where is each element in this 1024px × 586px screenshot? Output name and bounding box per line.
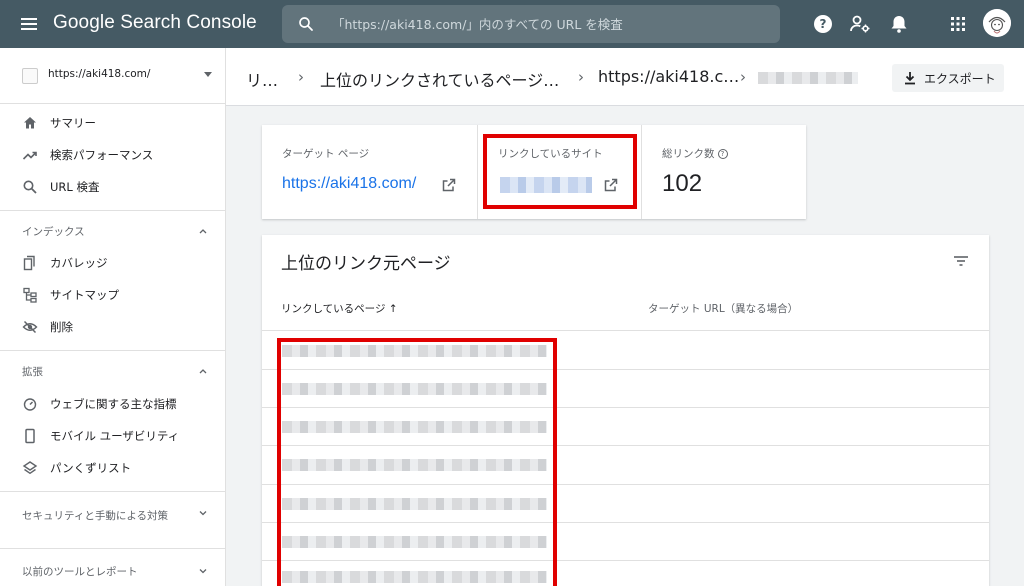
url-inspection-search[interactable] bbox=[282, 5, 780, 43]
sidebar-divider bbox=[0, 548, 226, 549]
speedometer-icon bbox=[23, 398, 37, 411]
sitemap-icon bbox=[23, 287, 37, 303]
sidebar-divider bbox=[0, 491, 226, 492]
breadcrumb-item[interactable]: 上位のリンクされているページ… bbox=[320, 67, 559, 91]
chevron-down-icon bbox=[199, 569, 207, 574]
chevron-up-icon bbox=[199, 369, 207, 374]
chevron-down-icon bbox=[199, 511, 207, 516]
bell-icon[interactable] bbox=[887, 12, 911, 36]
sidebar-item-url-inspection[interactable]: URL 検査 bbox=[0, 172, 226, 202]
menu-icon[interactable] bbox=[18, 12, 42, 36]
home-icon bbox=[24, 117, 36, 129]
search-icon bbox=[23, 180, 37, 194]
dropdown-caret-icon bbox=[204, 72, 212, 77]
sidebar-section-index[interactable]: インデックス bbox=[0, 216, 226, 246]
product-logo[interactable]: Google Search Console bbox=[53, 12, 257, 34]
sidebar-item-mobile-usability[interactable]: モバイル ユーザビリティ bbox=[0, 421, 226, 451]
search-icon bbox=[299, 17, 313, 31]
account-avatar[interactable] bbox=[983, 9, 1011, 37]
breadcrumb-item[interactable]: リ… bbox=[246, 67, 278, 91]
target-page-card: ターゲット ページ https://aki418.com/ bbox=[262, 125, 478, 219]
avatar-illustration bbox=[983, 9, 1011, 37]
chevron-up-icon bbox=[199, 229, 207, 234]
smartphone-icon bbox=[25, 428, 35, 444]
help-circle-icon[interactable]: ? bbox=[717, 149, 728, 159]
layers-icon bbox=[22, 461, 38, 475]
property-favicon bbox=[22, 68, 38, 84]
sidebar-section-enhancements[interactable]: 拡張 bbox=[0, 356, 226, 386]
breadcrumb-item[interactable]: https://aki418.c… bbox=[598, 67, 739, 86]
sidebar-item-sitemaps[interactable]: サイトマップ bbox=[0, 280, 226, 310]
column-header-target-url[interactable]: ターゲット URL（異なる場合） bbox=[648, 301, 798, 316]
top-app-bar: Google Search Console ? bbox=[0, 0, 1024, 48]
highlight-box bbox=[483, 134, 637, 209]
search-input[interactable] bbox=[332, 14, 762, 34]
highlight-box bbox=[277, 338, 557, 586]
user-settings-icon[interactable] bbox=[848, 12, 872, 36]
trending-up-icon bbox=[22, 151, 37, 160]
sidebar-item-removals[interactable]: 削除 bbox=[0, 312, 226, 342]
breadcrumb-item-redacted bbox=[758, 72, 858, 84]
breadcrumb-separator: › bbox=[298, 68, 304, 86]
sidebar-item-summary[interactable]: サマリー bbox=[0, 108, 226, 138]
breadcrumb-separator: › bbox=[740, 68, 746, 86]
total-links-card: 総リンク数? 102 bbox=[642, 125, 806, 219]
column-header-linking-page[interactable]: リンクしているページ ↑ bbox=[281, 301, 398, 316]
open-in-new-icon[interactable] bbox=[441, 177, 457, 193]
download-icon bbox=[905, 72, 915, 85]
total-links-label: 総リンク数 bbox=[662, 148, 715, 160]
target-page-link[interactable]: https://aki418.com/ bbox=[282, 175, 416, 193]
sidebar-divider bbox=[0, 350, 226, 351]
help-icon[interactable]: ? bbox=[811, 12, 835, 36]
property-selector[interactable]: https://aki418.com/ bbox=[0, 48, 226, 104]
total-links-value: 102 bbox=[662, 170, 703, 197]
breadcrumb-separator: › bbox=[578, 68, 584, 86]
export-button[interactable]: エクスポート bbox=[892, 64, 1004, 92]
apps-grid-icon[interactable] bbox=[946, 12, 970, 36]
coverage-icon bbox=[23, 255, 35, 271]
sidebar-item-coverage[interactable]: カバレッジ bbox=[0, 248, 226, 278]
sidebar-item-performance[interactable]: 検索パフォーマンス bbox=[0, 140, 226, 170]
table-title: 上位のリンク元ページ bbox=[281, 254, 451, 274]
sidebar: https://aki418.com/ サマリー 検索パフォーマンス URL 検… bbox=[0, 48, 226, 586]
sidebar-divider bbox=[0, 210, 226, 211]
filter-icon[interactable] bbox=[952, 252, 970, 270]
visibility-off-icon bbox=[22, 320, 38, 334]
property-url: https://aki418.com/ bbox=[48, 68, 151, 80]
sidebar-item-breadcrumbs[interactable]: パンくずリスト bbox=[0, 453, 226, 483]
sidebar-section-security[interactable]: セキュリティと手動による対策 bbox=[0, 500, 226, 542]
sidebar-item-core-web-vitals[interactable]: ウェブに関する主な指標 bbox=[0, 389, 226, 419]
table-divider bbox=[262, 330, 989, 331]
sidebar-section-legacy-tools[interactable]: 以前のツールとレポート bbox=[0, 556, 226, 586]
